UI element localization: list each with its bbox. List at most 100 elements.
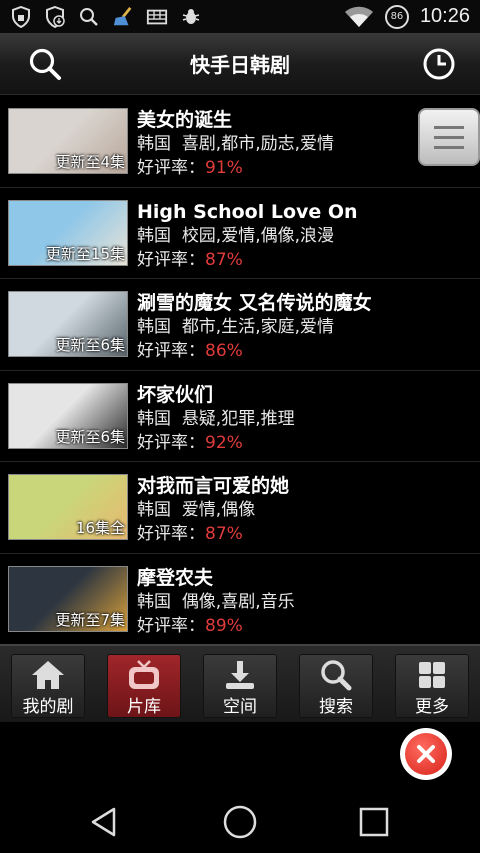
show-meta: 韩国 爱情,偶像 xyxy=(137,498,289,522)
tab-search[interactable]: 搜索 xyxy=(299,654,373,718)
show-title: 涮雪的魔女 又名传说的魔女 xyxy=(137,292,372,314)
home-icon xyxy=(30,659,66,691)
rating-value: 92% xyxy=(205,432,243,453)
recents-button[interactable] xyxy=(354,802,394,842)
episode-badge: 更新至6集 xyxy=(55,336,125,354)
show-genres: 喜剧,都市,励志,爱情 xyxy=(181,134,335,154)
show-row[interactable]: 16集全 对我而言可爱的她 韩国 爱情,偶像 好评率：87% xyxy=(0,462,480,554)
search-icon xyxy=(318,659,354,691)
tab-label: 更多 xyxy=(415,697,449,717)
show-title: High School Love On xyxy=(137,200,358,223)
rating-label: 好评率： xyxy=(137,158,205,178)
keyboard-icon xyxy=(146,6,168,28)
show-rating: 好评率：91% xyxy=(137,156,334,180)
download-icon xyxy=(222,659,258,691)
search-icon xyxy=(78,6,100,28)
show-row[interactable]: 更新至6集 坏家伙们 韩国 悬疑,犯罪,推理 好评率：92% xyxy=(0,371,480,462)
show-meta: 韩国 偶像,喜剧,音乐 xyxy=(137,590,295,614)
history-button[interactable] xyxy=(420,45,458,83)
home-circle-icon xyxy=(223,805,257,839)
menu-line-icon xyxy=(434,145,464,149)
back-button[interactable] xyxy=(84,802,124,842)
show-title: 摩登农夫 xyxy=(137,566,214,589)
show-genres: 校园,爱情,偶像,浪漫 xyxy=(181,225,335,246)
back-icon xyxy=(91,807,116,837)
tab-more[interactable]: 更多 xyxy=(395,654,469,718)
status-bar: 86 10:26 xyxy=(0,0,480,33)
show-genres: 悬疑,犯罪,推理 xyxy=(181,408,295,429)
bottom-tab-bar: 我的剧 片库 空间 搜索 更多 xyxy=(0,644,480,722)
show-genres: 偶像,喜剧,音乐 xyxy=(181,591,295,612)
show-rating: 好评率：87% xyxy=(137,248,358,272)
tab-space[interactable]: 空间 xyxy=(203,654,277,718)
show-poster[interactable]: 更新至6集 xyxy=(8,382,128,449)
show-country: 韩国 xyxy=(137,591,171,612)
episode-badge: 更新至4集 xyxy=(55,153,125,171)
shield-lock-icon xyxy=(10,5,32,28)
show-info: 摩登农夫 韩国 偶像,喜剧,音乐 好评率：89% xyxy=(137,566,295,638)
show-rating: 好评率：87% xyxy=(137,522,289,546)
show-poster[interactable]: 更新至7集 xyxy=(8,565,128,632)
tab-library[interactable]: 片库 xyxy=(107,654,181,718)
tab-label: 我的剧 xyxy=(22,697,74,717)
tab-label: 搜索 xyxy=(319,697,353,717)
show-rating: 好评率：92% xyxy=(137,431,295,455)
show-rating: 好评率：86% xyxy=(137,339,372,363)
close-icon xyxy=(405,733,447,775)
show-poster[interactable]: 更新至4集 xyxy=(8,108,128,174)
show-genres: 爱情,偶像 xyxy=(181,500,256,520)
bug-icon xyxy=(180,6,202,28)
rating-value: 89% xyxy=(205,615,243,636)
show-meta: 韩国 都市,生活,家庭,爱情 xyxy=(137,315,372,339)
show-info: 坏家伙们 韩国 悬疑,犯罪,推理 好评率：92% xyxy=(137,383,295,455)
rating-value: 87% xyxy=(205,524,243,544)
tab-label: 空间 xyxy=(223,697,257,717)
rating-label: 好评率： xyxy=(137,615,205,636)
rating-value: 86% xyxy=(205,341,243,361)
show-row[interactable]: 更新至4集 美女的诞生 韩国 喜剧,都市,励志,爱情 好评率：91% xyxy=(0,96,480,188)
floating-menu-button[interactable] xyxy=(418,108,480,166)
app-header: 快手日韩剧 xyxy=(0,33,480,95)
episode-badge: 更新至15集 xyxy=(45,244,125,263)
show-row[interactable]: 更新至15集 High School Love On 韩国 校园,爱情,偶像,浪… xyxy=(0,188,480,279)
show-title: 美女的诞生 xyxy=(137,109,233,131)
show-country: 韩国 xyxy=(137,500,171,520)
show-info: 涮雪的魔女 又名传说的魔女 韩国 都市,生活,家庭,爱情 好评率：86% xyxy=(137,291,372,363)
home-button[interactable] xyxy=(220,802,260,842)
rating-value: 91% xyxy=(205,158,243,178)
grid-icon xyxy=(414,659,450,691)
show-poster[interactable]: 更新至15集 xyxy=(8,199,128,266)
show-meta: 韩国 喜剧,都市,励志,爱情 xyxy=(137,132,334,156)
show-country: 韩国 xyxy=(137,134,171,154)
show-genres: 都市,生活,家庭,爱情 xyxy=(181,317,335,337)
rating-value: 87% xyxy=(205,249,243,270)
rating-label: 好评率： xyxy=(137,341,205,361)
show-poster[interactable]: 更新至6集 xyxy=(8,291,128,357)
show-meta: 韩国 校园,爱情,偶像,浪漫 xyxy=(137,224,358,248)
page-title: 快手日韩剧 xyxy=(190,53,290,77)
recents-icon xyxy=(359,807,389,837)
battery-level: 86 xyxy=(390,11,404,22)
show-title: 坏家伙们 xyxy=(137,383,214,406)
menu-line-icon xyxy=(434,135,464,139)
show-row[interactable]: 更新至7集 摩登农夫 韩国 偶像,喜剧,音乐 好评率：89% xyxy=(0,554,480,645)
shield-download-icon xyxy=(44,5,66,28)
show-rating: 好评率：89% xyxy=(137,614,295,638)
show-row[interactable]: 更新至6集 涮雪的魔女 又名传说的魔女 韩国 都市,生活,家庭,爱情 好评率：8… xyxy=(0,279,480,371)
show-meta: 韩国 悬疑,犯罪,推理 xyxy=(137,407,295,431)
close-button[interactable] xyxy=(400,728,452,780)
tab-my-shows[interactable]: 我的剧 xyxy=(11,654,85,718)
rating-label: 好评率： xyxy=(137,524,205,544)
show-list[interactable]: 更新至4集 美女的诞生 韩国 喜剧,都市,励志,爱情 好评率：91% 更新至15… xyxy=(0,96,480,644)
episode-badge: 更新至7集 xyxy=(55,610,125,629)
show-country: 韩国 xyxy=(137,408,171,429)
show-info: High School Love On 韩国 校园,爱情,偶像,浪漫 好评率：8… xyxy=(137,200,358,272)
battery-icon: 86 xyxy=(384,4,410,29)
show-poster[interactable]: 16集全 xyxy=(8,474,128,540)
menu-line-icon xyxy=(434,125,464,129)
episode-badge: 16集全 xyxy=(75,519,125,537)
tab-label: 片库 xyxy=(127,697,161,717)
clock-time: 10:26 xyxy=(419,5,470,27)
tv-icon xyxy=(126,659,162,691)
episode-badge: 更新至6集 xyxy=(55,427,125,446)
